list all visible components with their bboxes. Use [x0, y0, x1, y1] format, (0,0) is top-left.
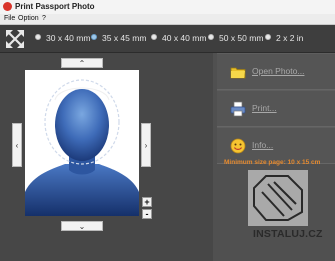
chevron-down-icon: ⌄: [78, 222, 86, 231]
menu-help[interactable]: ?: [42, 14, 46, 24]
move-left-button[interactable]: ‹: [12, 123, 22, 167]
open-photo-button[interactable]: Open Photo...: [217, 53, 335, 90]
zoom-in-button[interactable]: +: [142, 197, 152, 207]
chevron-left-icon: ‹: [15, 141, 19, 150]
size-toolbar: 30 x 40 mm 35 x 45 mm 40 x 40 mm 50 x 50…: [0, 25, 335, 53]
app-icon: [3, 2, 12, 11]
move-right-button[interactable]: ›: [141, 123, 151, 167]
window-title: Print Passport Photo: [15, 2, 95, 11]
watermark-logo-icon: [253, 175, 303, 221]
silhouette-image: [25, 79, 139, 216]
print-button[interactable]: Print...: [217, 90, 335, 127]
move-down-button[interactable]: ⌄: [61, 221, 103, 231]
move-up-button[interactable]: ⌃: [61, 58, 103, 68]
radio-40x40[interactable]: [151, 34, 157, 40]
app-window: Print Passport Photo File Option ? 30 x …: [0, 0, 335, 261]
smiley-icon: [230, 138, 246, 154]
zoom-out-button[interactable]: -: [142, 209, 152, 219]
chevron-up-icon: ⌃: [78, 59, 86, 68]
chevron-right-icon: ›: [144, 141, 148, 150]
folder-icon: [230, 67, 246, 79]
menu-option[interactable]: Option: [18, 14, 39, 24]
radio-35x45[interactable]: [91, 34, 97, 40]
watermark-logo: [248, 170, 308, 226]
fit-to-window-icon[interactable]: [5, 29, 25, 49]
radio-50x50[interactable]: [208, 34, 214, 40]
radio-2x2in[interactable]: [265, 34, 271, 40]
title-bar: Print Passport Photo: [0, 0, 335, 15]
photo-workspace: ⌃ ‹ › + - ⌄: [0, 53, 213, 261]
watermark-text: INSTALUJ.CZ: [253, 228, 323, 240]
min-size-note: Minimum size page: 10 x 15 cm: [224, 159, 321, 166]
menu-file[interactable]: File: [4, 14, 15, 24]
radio-30x40[interactable]: [35, 34, 41, 40]
printer-icon: [230, 101, 246, 117]
passport-photo[interactable]: [25, 70, 139, 216]
menu-bar: File Option ?: [0, 14, 335, 25]
